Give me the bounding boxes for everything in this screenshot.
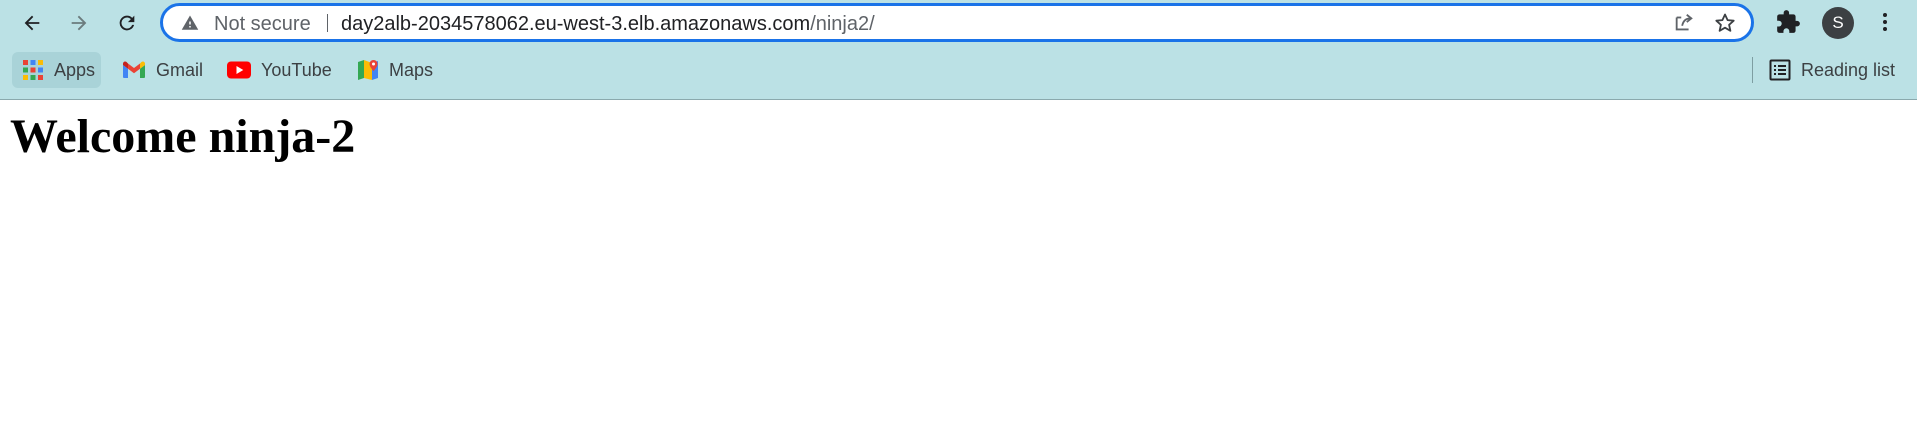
gmail-icon — [123, 61, 145, 78]
bookmarks-bar: Apps Gmail YouTube Maps Reading list — [0, 52, 1917, 88]
security-label[interactable]: Not secure — [214, 13, 311, 36]
url-host: day2alb-2034578062.eu-west-3.elb.amazona… — [341, 13, 811, 35]
forward-button[interactable] — [62, 7, 96, 39]
page-heading: Welcome ninja-2 — [10, 110, 356, 163]
bookmark-label: Maps — [389, 59, 434, 80]
arrow-left-icon — [24, 15, 40, 31]
bookmark-label: YouTube — [261, 59, 332, 80]
bookmark-apps[interactable]: Apps — [12, 52, 102, 88]
apps-grid-icon — [23, 60, 43, 80]
back-button[interactable] — [15, 7, 49, 39]
bookmark-label: Gmail — [156, 59, 204, 80]
share-icon[interactable] — [1673, 12, 1695, 34]
more-vert-icon[interactable] — [1873, 9, 1897, 35]
arrow-right-icon — [71, 15, 87, 31]
reload-button[interactable] — [110, 7, 144, 39]
reading-list-icon — [1769, 59, 1791, 81]
reading-list-label: Reading list — [1801, 59, 1896, 80]
omnibox-divider — [327, 14, 328, 32]
youtube-icon — [227, 61, 251, 79]
bookmark-star-icon[interactable] — [1713, 11, 1737, 35]
reading-list-button[interactable]: Reading list — [1769, 52, 1895, 88]
bookmark-youtube[interactable]: YouTube — [227, 52, 332, 88]
url-text[interactable]: day2alb-2034578062.eu-west-3.elb.amazona… — [341, 13, 875, 36]
bookmark-maps[interactable]: Maps — [357, 52, 433, 88]
bookmark-gmail[interactable]: Gmail — [122, 52, 203, 88]
profile-avatar[interactable]: S — [1822, 7, 1854, 39]
browser-chrome: Not secure day2alb-2034578062.eu-west-3.… — [0, 0, 1917, 100]
url-path: /ninja2/ — [810, 13, 875, 35]
warning-triangle-icon — [181, 15, 199, 30]
bookmarks-separator — [1752, 57, 1753, 83]
extensions-puzzle-icon[interactable] — [1775, 9, 1801, 35]
address-bar[interactable]: Not secure day2alb-2034578062.eu-west-3.… — [160, 3, 1754, 42]
browser-toolbar: Not secure day2alb-2034578062.eu-west-3.… — [0, 0, 1917, 46]
maps-icon — [358, 60, 378, 80]
reload-icon — [119, 15, 135, 31]
bookmark-label: Apps — [54, 59, 96, 80]
